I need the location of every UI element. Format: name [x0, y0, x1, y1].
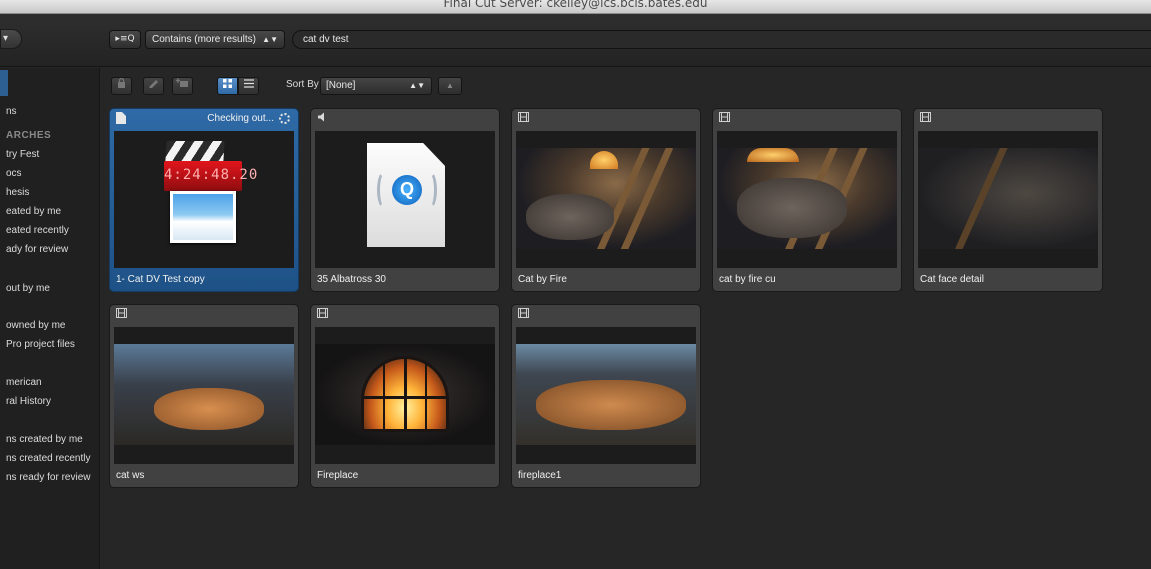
film-icon [317, 308, 329, 320]
speaker-icon [317, 112, 329, 124]
asset-tile-header [110, 305, 298, 325]
asset-thumbnail [114, 327, 294, 464]
asset-tile-header [914, 109, 1102, 129]
final-cut-project-icon: 4:24:48.20 [162, 141, 259, 251]
film-icon [116, 308, 128, 320]
lock-icon[interactable] [111, 77, 132, 95]
sidebar-item-11[interactable]: ral History [6, 395, 51, 408]
sidebar-item-10[interactable]: merican [6, 376, 42, 389]
asset-thumbnail: Q [315, 131, 495, 268]
asset-tile[interactable]: Fireplace [310, 304, 500, 488]
sidebar-selection-highlight [0, 70, 8, 96]
asset-tile[interactable]: Cat face detail [913, 108, 1103, 292]
asset-tile-header [311, 305, 499, 325]
title-bar: Final Cut Server: ckelley@ics.bcis.bates… [0, 0, 1151, 14]
asset-name: Fireplace [317, 470, 359, 481]
video-frame [516, 344, 696, 445]
sidebar-item-0[interactable]: ns [6, 105, 17, 118]
edit-metadata-icon[interactable] [143, 77, 164, 95]
sidebar-heading-searches: ARCHES [6, 130, 52, 141]
video-frame [918, 148, 1098, 249]
asset-tile[interactable]: fireplace1 [511, 304, 701, 488]
asset-grid: Checking out... 4:24:48.20 1- Cat DV Tes… [101, 98, 1151, 569]
sort-by-label: Sort By [286, 79, 319, 90]
select-arrows-icon: ▲▼ [262, 35, 278, 44]
asset-tile[interactable]: cat by fire cu [712, 108, 902, 292]
film-icon [518, 112, 530, 124]
asset-tile-header [512, 109, 700, 129]
window-title: Final Cut Server: ckelley@ics.bcis.bates… [443, 0, 708, 10]
user-menu-label: ▾ [3, 33, 9, 44]
asset-name: Cat face detail [920, 274, 984, 285]
asset-tile[interactable]: Checking out... 4:24:48.20 1- Cat DV Tes… [109, 108, 299, 292]
sidebar-item-14[interactable]: ns ready for review [6, 471, 90, 484]
asset-tile[interactable]: Q 35 Albatross 30 [310, 108, 500, 292]
sidebar-item-3[interactable]: hesis [6, 186, 29, 199]
film-icon [719, 112, 731, 124]
sidebar-item-12[interactable]: ns created by me [6, 433, 83, 446]
user-menu-button[interactable]: ▾ [0, 29, 22, 49]
sidebar-item-8[interactable]: owned by me [6, 319, 65, 332]
search-mode-icon: ▸≡Q [115, 34, 135, 44]
thumbnail-timecode: 4:24:48.20 [164, 167, 259, 183]
list-view-icon[interactable] [238, 77, 259, 95]
sidebar-item-2[interactable]: ocs [6, 167, 22, 180]
asset-thumbnail [918, 131, 1098, 268]
asset-tile[interactable]: cat ws [109, 304, 299, 488]
asset-name: Cat by Fire [518, 274, 567, 285]
asset-name: cat ws [116, 470, 145, 481]
asset-thumbnail: 4:24:48.20 [114, 131, 294, 268]
asset-tile-header [713, 109, 901, 129]
asset-tile-header: Checking out... [110, 109, 298, 129]
film-icon [518, 308, 530, 320]
sort-by-value: [None] [326, 80, 356, 91]
sidebar-item-13[interactable]: ns created recently [6, 452, 91, 465]
spinner-icon [279, 113, 290, 124]
add-media-icon[interactable] [172, 77, 193, 95]
final-cut-server-window: Final Cut Server: ckelley@ics.bcis.bates… [0, 0, 1151, 569]
sidebar-item-4[interactable]: eated by me [6, 205, 61, 218]
sidebar-item-9[interactable]: Pro project files [6, 338, 75, 351]
asset-thumbnail [516, 327, 696, 464]
asset-name: 1- Cat DV Test copy [116, 274, 205, 285]
sidebar-item-5[interactable]: eated recently [6, 224, 69, 237]
asset-name: 35 Albatross 30 [317, 274, 386, 285]
sort-by-select[interactable]: [None] ▲▼ [320, 77, 432, 95]
sidebar-item-1[interactable]: try Fest [6, 148, 39, 161]
sort-direction-icon[interactable]: ▲ [438, 77, 462, 95]
search-mode-button[interactable]: ▸≡Q [109, 30, 141, 49]
search-match-select[interactable]: Contains (more results) ▲▼ [145, 30, 285, 49]
asset-name: cat by fire cu [719, 274, 776, 285]
document-icon [116, 112, 128, 124]
asset-tile-header [512, 305, 700, 325]
video-frame [114, 344, 294, 445]
video-frame [516, 148, 696, 249]
asset-tile[interactable]: Cat by Fire [511, 108, 701, 292]
search-match-label: Contains (more results) [152, 34, 256, 45]
video-frame [717, 148, 897, 249]
search-input[interactable]: cat dv test [292, 30, 1151, 49]
asset-name: fireplace1 [518, 470, 562, 481]
asset-status: Checking out... [207, 113, 274, 124]
asset-tile-header [311, 109, 499, 129]
sidebar: ns ARCHES try Fest ocs hesis eated by me… [0, 68, 100, 569]
sidebar-item-6[interactable]: ady for review [6, 243, 68, 256]
thumbnail-view-icon[interactable] [217, 77, 238, 95]
asset-thumbnail [516, 131, 696, 268]
asset-thumbnail [717, 131, 897, 268]
sidebar-item-7[interactable]: out by me [6, 282, 50, 295]
video-frame [315, 344, 495, 445]
select-arrows-icon: ▲▼ [409, 81, 425, 90]
film-icon [920, 112, 932, 124]
asset-thumbnail [315, 327, 495, 464]
